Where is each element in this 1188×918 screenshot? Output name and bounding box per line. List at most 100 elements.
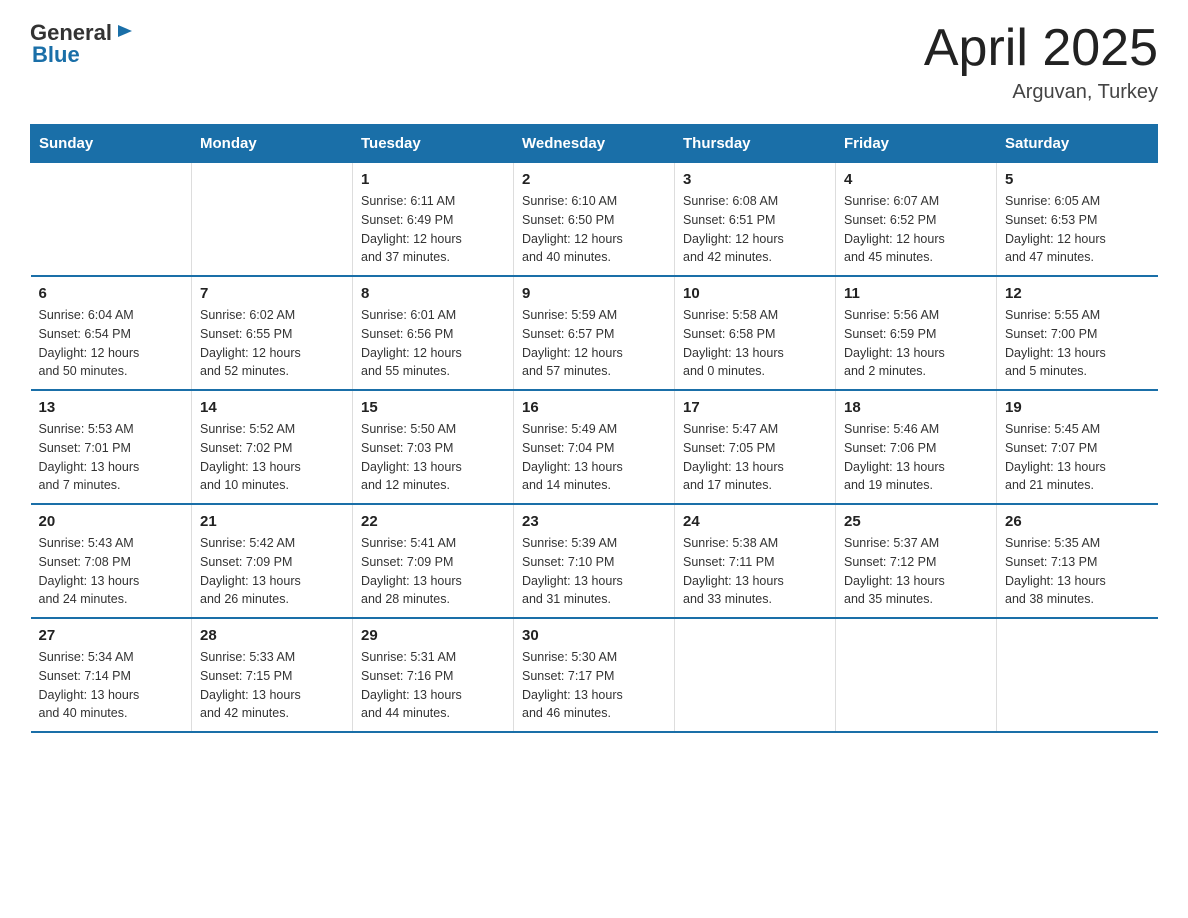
day-number: 24 <box>683 513 827 530</box>
day-number: 8 <box>361 285 505 302</box>
calendar-cell-w5-d3: 29 Sunrise: 5:31 AMSunset: 7:16 PMDayligh… <box>353 618 514 732</box>
calendar-cell-w1-d6: 4 Sunrise: 6:07 AMSunset: 6:52 PMDaylight… <box>836 163 997 277</box>
day-info: Sunrise: 5:31 AMSunset: 7:16 PMDaylight:… <box>361 648 505 723</box>
calendar-cell-w3-d7: 19Sunrise: 5:45 AMSunset: 7:07 PMDayligh… <box>997 390 1158 504</box>
week-row-3: 13Sunrise: 5:53 AMSunset: 7:01 PMDayligh… <box>31 390 1158 504</box>
day-info: Sunrise: 6:07 AMSunset: 6:52 PMDaylight:… <box>844 192 988 267</box>
calendar-body: 1 Sunrise: 6:11 AMSunset: 6:49 PMDaylight… <box>31 163 1158 733</box>
location-subtitle: Arguvan, Turkey <box>924 81 1158 104</box>
col-saturday: Saturday <box>997 125 1158 163</box>
calendar-table: Sunday Monday Tuesday Wednesday Thursday… <box>30 124 1158 733</box>
day-info: Sunrise: 6:05 AMSunset: 6:53 PMDaylight:… <box>1005 192 1150 267</box>
month-year-title: April 2025 <box>924 20 1158 77</box>
calendar-cell-w5-d7 <box>997 618 1158 732</box>
day-number: 9 <box>522 285 666 302</box>
logo-blue-text: Blue <box>32 42 80 68</box>
day-info: Sunrise: 5:53 AMSunset: 7:01 PMDaylight:… <box>39 420 184 495</box>
calendar-cell-w2-d2: 7 Sunrise: 6:02 AMSunset: 6:55 PMDaylight… <box>192 276 353 390</box>
calendar-cell-w3-d5: 17 Sunrise: 5:47 AMSunset: 7:05 PMDayligh… <box>675 390 836 504</box>
day-number: 15 <box>361 399 505 416</box>
day-number: 3 <box>683 171 827 188</box>
day-number: 19 <box>1005 399 1150 416</box>
calendar-cell-w2-d6: 11Sunrise: 5:56 AMSunset: 6:59 PMDayligh… <box>836 276 997 390</box>
logo-combined: General Blue <box>30 20 136 68</box>
calendar-cell-w1-d1 <box>31 163 192 277</box>
calendar-cell-w5-d6 <box>836 618 997 732</box>
day-number: 1 <box>361 171 505 188</box>
calendar-cell-w2-d1: 6Sunrise: 6:04 AMSunset: 6:54 PMDaylight… <box>31 276 192 390</box>
day-info: Sunrise: 5:35 AMSunset: 7:13 PMDaylight:… <box>1005 534 1150 609</box>
week-row-2: 6Sunrise: 6:04 AMSunset: 6:54 PMDaylight… <box>31 276 1158 390</box>
calendar-cell-w3-d4: 16Sunrise: 5:49 AMSunset: 7:04 PMDayligh… <box>514 390 675 504</box>
calendar-cell-w4-d2: 21 Sunrise: 5:42 AMSunset: 7:09 PMDayligh… <box>192 504 353 618</box>
day-number: 26 <box>1005 513 1150 530</box>
day-number: 20 <box>39 513 184 530</box>
day-number: 18 <box>844 399 988 416</box>
day-number: 28 <box>200 627 344 644</box>
day-info: Sunrise: 5:46 AMSunset: 7:06 PMDaylight:… <box>844 420 988 495</box>
day-number: 30 <box>522 627 666 644</box>
day-number: 14 <box>200 399 344 416</box>
calendar-cell-w1-d5: 3 Sunrise: 6:08 AMSunset: 6:51 PMDaylight… <box>675 163 836 277</box>
day-number: 4 <box>844 171 988 188</box>
calendar-cell-w5-d2: 28 Sunrise: 5:33 AMSunset: 7:15 PMDayligh… <box>192 618 353 732</box>
calendar-cell-w3-d3: 15Sunrise: 5:50 AMSunset: 7:03 PMDayligh… <box>353 390 514 504</box>
day-info: Sunrise: 6:01 AMSunset: 6:56 PMDaylight:… <box>361 306 505 381</box>
logo-flag-icon <box>114 23 136 45</box>
calendar-cell-w4-d7: 26 Sunrise: 5:35 AMSunset: 7:13 PMDayligh… <box>997 504 1158 618</box>
day-info: Sunrise: 5:47 AMSunset: 7:05 PMDaylight:… <box>683 420 827 495</box>
day-info: Sunrise: 5:30 AMSunset: 7:17 PMDaylight:… <box>522 648 666 723</box>
calendar-cell-w3-d1: 13Sunrise: 5:53 AMSunset: 7:01 PMDayligh… <box>31 390 192 504</box>
day-info: Sunrise: 5:34 AMSunset: 7:14 PMDaylight:… <box>39 648 184 723</box>
day-number: 10 <box>683 285 827 302</box>
day-info: Sunrise: 5:59 AMSunset: 6:57 PMDaylight:… <box>522 306 666 381</box>
day-info: Sunrise: 5:39 AMSunset: 7:10 PMDaylight:… <box>522 534 666 609</box>
page-header: General Blue April 2025 Arguvan, Turkey <box>30 20 1158 104</box>
day-info: Sunrise: 6:02 AMSunset: 6:55 PMDaylight:… <box>200 306 344 381</box>
header-row: Sunday Monday Tuesday Wednesday Thursday… <box>31 125 1158 163</box>
day-info: Sunrise: 5:52 AMSunset: 7:02 PMDaylight:… <box>200 420 344 495</box>
col-friday: Friday <box>836 125 997 163</box>
calendar-cell-w5-d1: 27 Sunrise: 5:34 AMSunset: 7:14 PMDayligh… <box>31 618 192 732</box>
calendar-cell-w2-d4: 9 Sunrise: 5:59 AMSunset: 6:57 PMDaylight… <box>514 276 675 390</box>
day-number: 29 <box>361 627 505 644</box>
day-number: 27 <box>39 627 184 644</box>
calendar-cell-w4-d1: 20 Sunrise: 5:43 AMSunset: 7:08 PMDayligh… <box>31 504 192 618</box>
day-number: 22 <box>361 513 505 530</box>
day-info: Sunrise: 6:04 AMSunset: 6:54 PMDaylight:… <box>39 306 184 381</box>
calendar-cell-w1-d3: 1 Sunrise: 6:11 AMSunset: 6:49 PMDaylight… <box>353 163 514 277</box>
title-section: April 2025 Arguvan, Turkey <box>924 20 1158 104</box>
day-info: Sunrise: 5:56 AMSunset: 6:59 PMDaylight:… <box>844 306 988 381</box>
week-row-1: 1 Sunrise: 6:11 AMSunset: 6:49 PMDaylight… <box>31 163 1158 277</box>
day-number: 16 <box>522 399 666 416</box>
day-info: Sunrise: 5:42 AMSunset: 7:09 PMDaylight:… <box>200 534 344 609</box>
week-row-4: 20 Sunrise: 5:43 AMSunset: 7:08 PMDayligh… <box>31 504 1158 618</box>
calendar-cell-w3-d2: 14 Sunrise: 5:52 AMSunset: 7:02 PMDayligh… <box>192 390 353 504</box>
col-thursday: Thursday <box>675 125 836 163</box>
calendar-cell-w5-d5 <box>675 618 836 732</box>
col-monday: Monday <box>192 125 353 163</box>
day-info: Sunrise: 6:11 AMSunset: 6:49 PMDaylight:… <box>361 192 505 267</box>
calendar-cell-w4-d6: 25 Sunrise: 5:37 AMSunset: 7:12 PMDayligh… <box>836 504 997 618</box>
col-wednesday: Wednesday <box>514 125 675 163</box>
calendar-cell-w2-d3: 8 Sunrise: 6:01 AMSunset: 6:56 PMDaylight… <box>353 276 514 390</box>
day-number: 21 <box>200 513 344 530</box>
day-number: 7 <box>200 285 344 302</box>
day-number: 12 <box>1005 285 1150 302</box>
logo: General Blue <box>30 20 136 68</box>
calendar-cell-w1-d7: 5 Sunrise: 6:05 AMSunset: 6:53 PMDaylight… <box>997 163 1158 277</box>
day-info: Sunrise: 5:55 AMSunset: 7:00 PMDaylight:… <box>1005 306 1150 381</box>
calendar-cell-w5-d4: 30 Sunrise: 5:30 AMSunset: 7:17 PMDayligh… <box>514 618 675 732</box>
day-info: Sunrise: 5:33 AMSunset: 7:15 PMDaylight:… <box>200 648 344 723</box>
week-row-5: 27 Sunrise: 5:34 AMSunset: 7:14 PMDayligh… <box>31 618 1158 732</box>
day-info: Sunrise: 5:41 AMSunset: 7:09 PMDaylight:… <box>361 534 505 609</box>
day-info: Sunrise: 6:08 AMSunset: 6:51 PMDaylight:… <box>683 192 827 267</box>
day-number: 25 <box>844 513 988 530</box>
calendar-header: Sunday Monday Tuesday Wednesday Thursday… <box>31 125 1158 163</box>
day-number: 2 <box>522 171 666 188</box>
day-number: 5 <box>1005 171 1150 188</box>
day-info: Sunrise: 5:37 AMSunset: 7:12 PMDaylight:… <box>844 534 988 609</box>
day-number: 17 <box>683 399 827 416</box>
day-info: Sunrise: 5:43 AMSunset: 7:08 PMDaylight:… <box>39 534 184 609</box>
calendar-cell-w3-d6: 18 Sunrise: 5:46 AMSunset: 7:06 PMDayligh… <box>836 390 997 504</box>
